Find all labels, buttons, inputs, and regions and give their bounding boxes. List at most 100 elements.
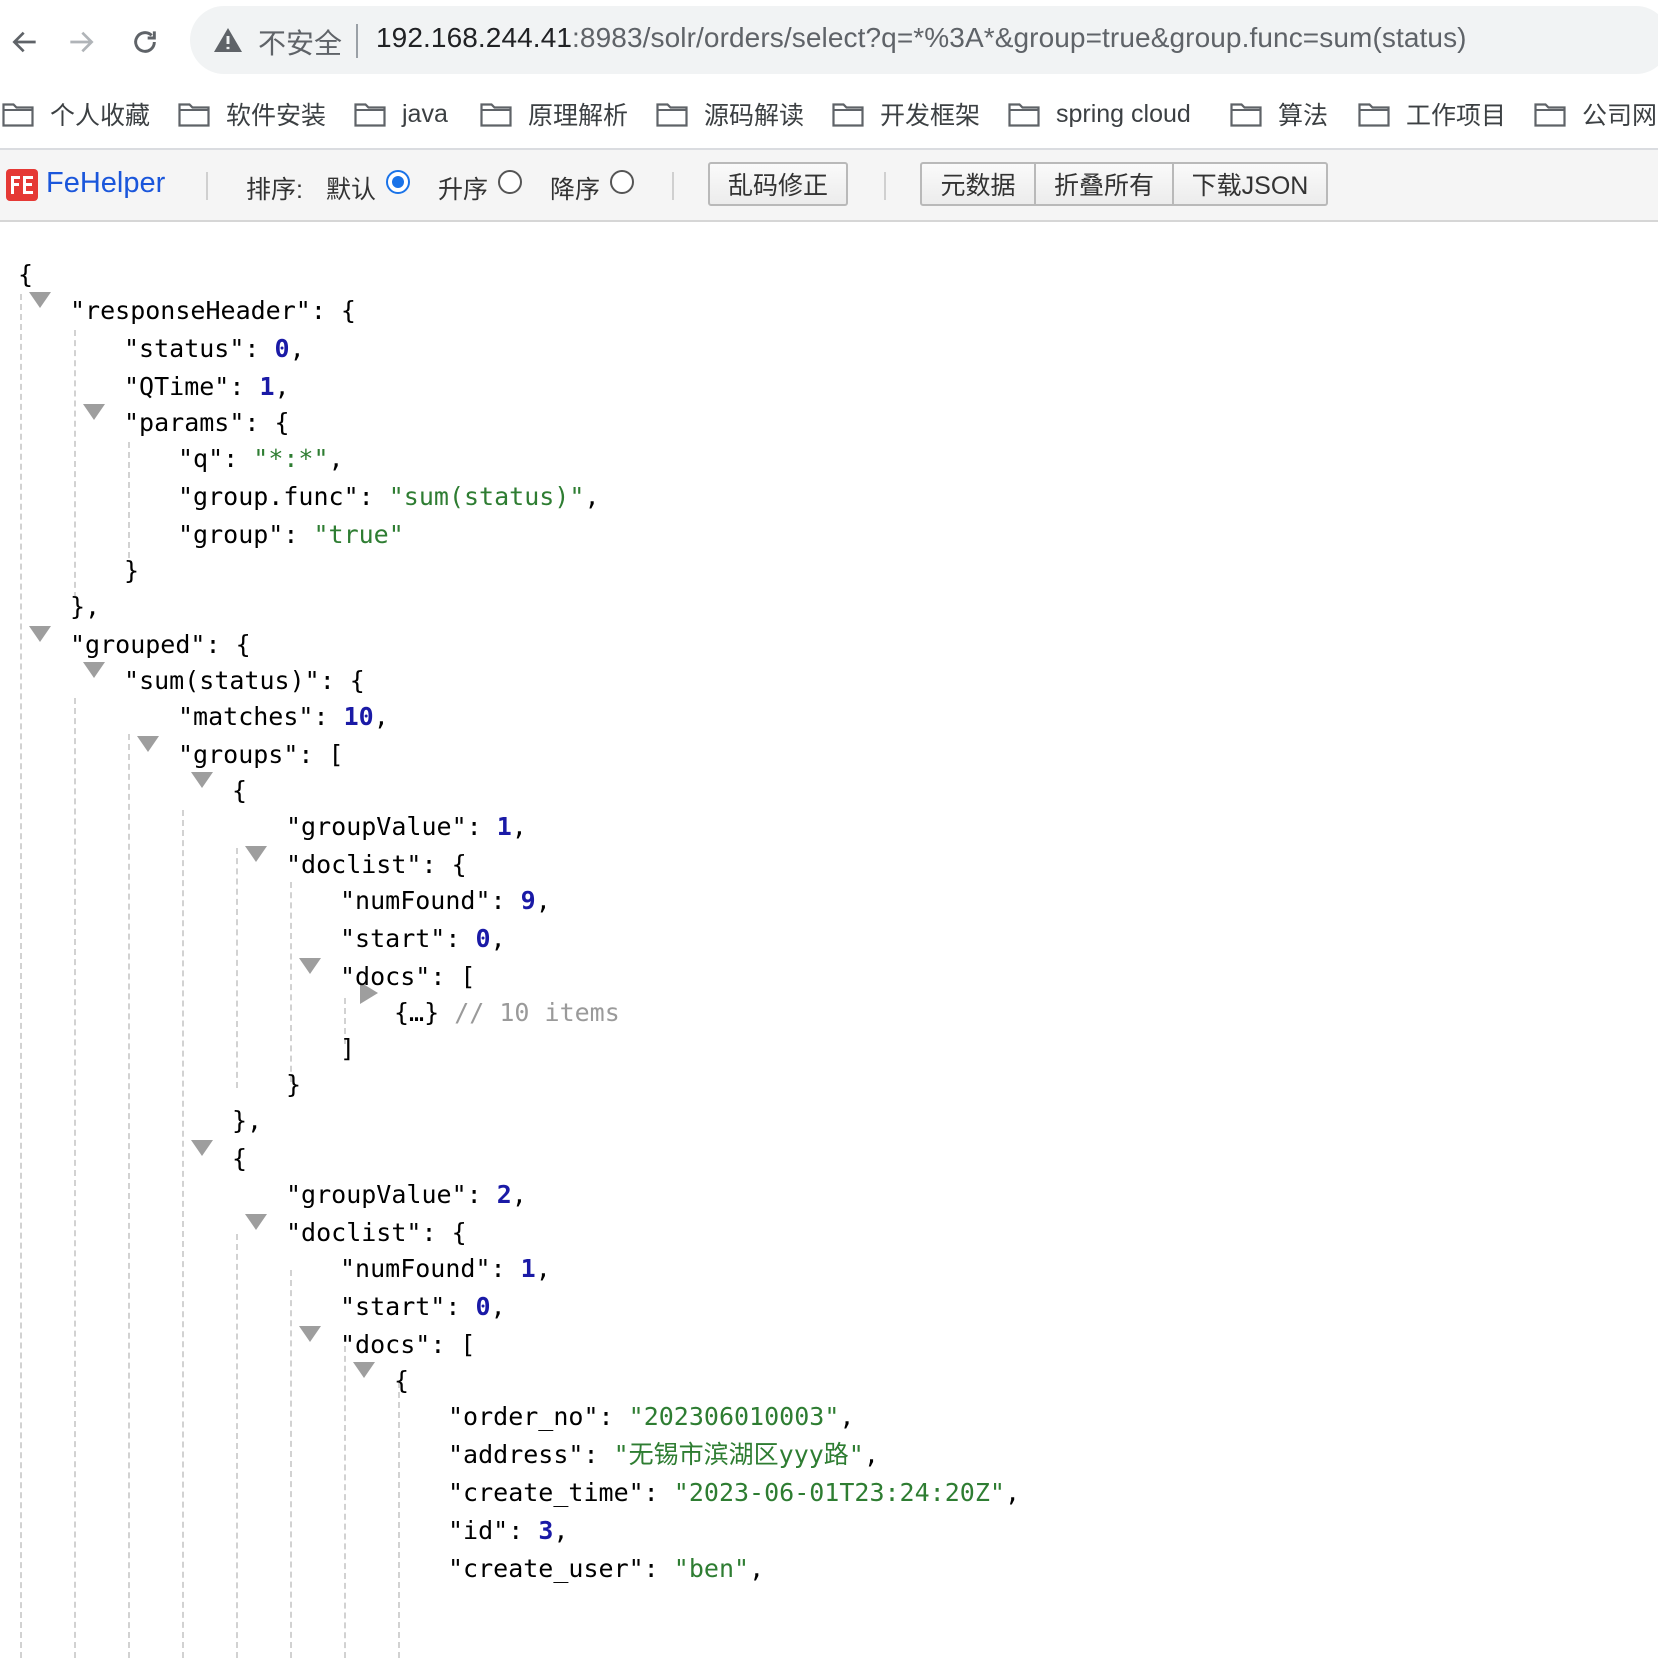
- back-button[interactable]: [0, 12, 50, 72]
- metadata-button[interactable]: 元数据: [920, 162, 1036, 206]
- fix-encoding-button[interactable]: 乱码修正: [708, 162, 848, 206]
- collapse-toggle-icon[interactable]: [245, 1214, 267, 1230]
- json-line: "start": 0,: [340, 1292, 506, 1321]
- url-path: :8983/solr/orders/select?q=*%3A*&group=t…: [572, 22, 1467, 53]
- sort-asc-radio[interactable]: [498, 170, 522, 194]
- json-line: "doclist": {: [286, 850, 467, 879]
- json-line: {: [232, 776, 248, 805]
- bookmark-folder[interactable]: 公司网站: [1534, 94, 1658, 134]
- collapse-toggle-icon[interactable]: [353, 1362, 375, 1378]
- bookmarks-bar: 个人收藏 软件安装 java 原理解析 源码解读 开发框架 spring clo…: [0, 80, 1658, 150]
- collapse-toggle-icon[interactable]: [29, 292, 51, 308]
- bookmark-folder[interactable]: 源码解读: [656, 94, 804, 134]
- json-line: {: [18, 260, 34, 289]
- collapse-toggle-icon[interactable]: [191, 1140, 213, 1156]
- bookmark-folder[interactable]: java: [354, 94, 448, 134]
- indent-guide: [182, 810, 184, 1658]
- json-line: "groupValue": 1,: [286, 812, 527, 841]
- download-json-button[interactable]: 下载JSON: [1172, 162, 1328, 206]
- json-value: 1: [520, 1254, 536, 1283]
- collapse-toggle-icon[interactable]: [83, 662, 105, 678]
- reload-icon: [134, 31, 156, 53]
- json-line: "start": 0,: [340, 924, 506, 953]
- json-value: 10: [343, 702, 374, 731]
- collapsed-summary[interactable]: {…}: [394, 998, 439, 1027]
- bookmark-label: 算法: [1278, 102, 1329, 130]
- bookmark-folder[interactable]: 原理解析: [480, 94, 628, 134]
- json-line: "doclist": {: [286, 1218, 467, 1247]
- collapse-all-button[interactable]: 折叠所有: [1034, 162, 1174, 206]
- json-line: {: [394, 1366, 410, 1395]
- json-value: true: [328, 520, 389, 549]
- indent-guide: [74, 330, 76, 598]
- indent-guide: [74, 698, 76, 1658]
- json-value: sum(status): [403, 482, 570, 511]
- json-value: 0: [274, 334, 290, 363]
- bookmark-folder[interactable]: 开发框架: [832, 94, 980, 134]
- indent-guide: [344, 1346, 346, 1658]
- folder-icon: [1008, 103, 1040, 127]
- reload-button[interactable]: [120, 12, 170, 72]
- address-bar[interactable]: 不安全 192.168.244.41:8983/solr/orders/sele…: [190, 6, 1658, 74]
- warning-icon: [214, 28, 242, 52]
- forward-button[interactable]: [56, 12, 106, 72]
- json-line: "docs": [: [340, 1330, 476, 1359]
- bookmark-folder[interactable]: 算法: [1230, 94, 1328, 134]
- indent-guide: [20, 294, 22, 1658]
- json-line: "responseHeader": {: [70, 296, 356, 325]
- arrow-right-icon: [70, 31, 94, 53]
- json-line: "q": "*:*",: [178, 444, 344, 473]
- json-collapsed-line[interactable]: {…} // 10 items: [394, 996, 620, 1030]
- folder-icon: [354, 103, 386, 127]
- arrow-left-icon: [12, 31, 36, 53]
- indent-guide: [236, 848, 238, 1088]
- sort-asc-label[interactable]: 升序: [438, 170, 488, 206]
- json-value: 1: [259, 372, 275, 401]
- collapse-toggle-icon[interactable]: [83, 404, 105, 420]
- folder-icon: [1230, 103, 1262, 127]
- sort-default-radio[interactable]: [386, 170, 410, 194]
- json-value: 3: [538, 1516, 554, 1545]
- bookmark-folder[interactable]: 个人收藏: [2, 94, 150, 134]
- json-line: "create_user": "ben",: [448, 1554, 765, 1583]
- collapse-toggle-icon[interactable]: [245, 846, 267, 862]
- json-value: 无锡市滨湖区yyy路: [628, 1440, 849, 1469]
- json-line: "docs": [: [340, 962, 476, 991]
- bookmark-folder[interactable]: 工作项目: [1358, 94, 1506, 134]
- json-line: }: [124, 556, 140, 585]
- sort-desc-radio[interactable]: [610, 170, 634, 194]
- json-line: "groupValue": 2,: [286, 1180, 527, 1209]
- bookmark-folder[interactable]: 软件安装: [178, 94, 326, 134]
- bookmark-label: spring cloud: [1056, 99, 1191, 128]
- indent-guide: [290, 882, 292, 1082]
- indent-guide: [128, 442, 130, 558]
- toolbar-divider: [672, 172, 674, 200]
- json-value: *:*: [268, 444, 314, 473]
- bookmark-label: 源码解读: [704, 102, 805, 130]
- sort-label: 排序:: [246, 176, 303, 204]
- collapse-toggle-icon[interactable]: [191, 772, 213, 788]
- json-line: "params": {: [124, 408, 290, 437]
- json-line: "id": 3,: [448, 1516, 569, 1545]
- url-text[interactable]: 192.168.244.41:8983/solr/orders/select?q…: [376, 22, 1467, 54]
- folder-icon: [480, 103, 512, 127]
- collapse-toggle-icon[interactable]: [137, 736, 159, 752]
- collapse-toggle-icon[interactable]: [29, 626, 51, 642]
- json-line: "sum(status)": {: [124, 666, 365, 695]
- security-status[interactable]: 不安全: [258, 22, 342, 62]
- indent-guide: [236, 1234, 238, 1658]
- json-key: sum(status): [139, 666, 305, 695]
- bookmark-folder[interactable]: spring cloud: [1008, 94, 1191, 134]
- indent-guide: [128, 734, 130, 1658]
- json-value: 0: [475, 1292, 491, 1321]
- sort-desc-label[interactable]: 降序: [550, 170, 600, 206]
- collapse-toggle-icon[interactable]: [299, 1326, 321, 1342]
- sort-default-label[interactable]: 默认: [326, 170, 376, 206]
- folder-icon: [2, 103, 34, 127]
- json-value: 2: [496, 1180, 512, 1209]
- collapse-toggle-icon[interactable]: [299, 958, 321, 974]
- toolbar-divider: [206, 172, 208, 200]
- json-line: "groups": [: [178, 740, 344, 769]
- json-value: 0: [475, 924, 491, 953]
- bookmark-label: 公司网站: [1582, 102, 1658, 130]
